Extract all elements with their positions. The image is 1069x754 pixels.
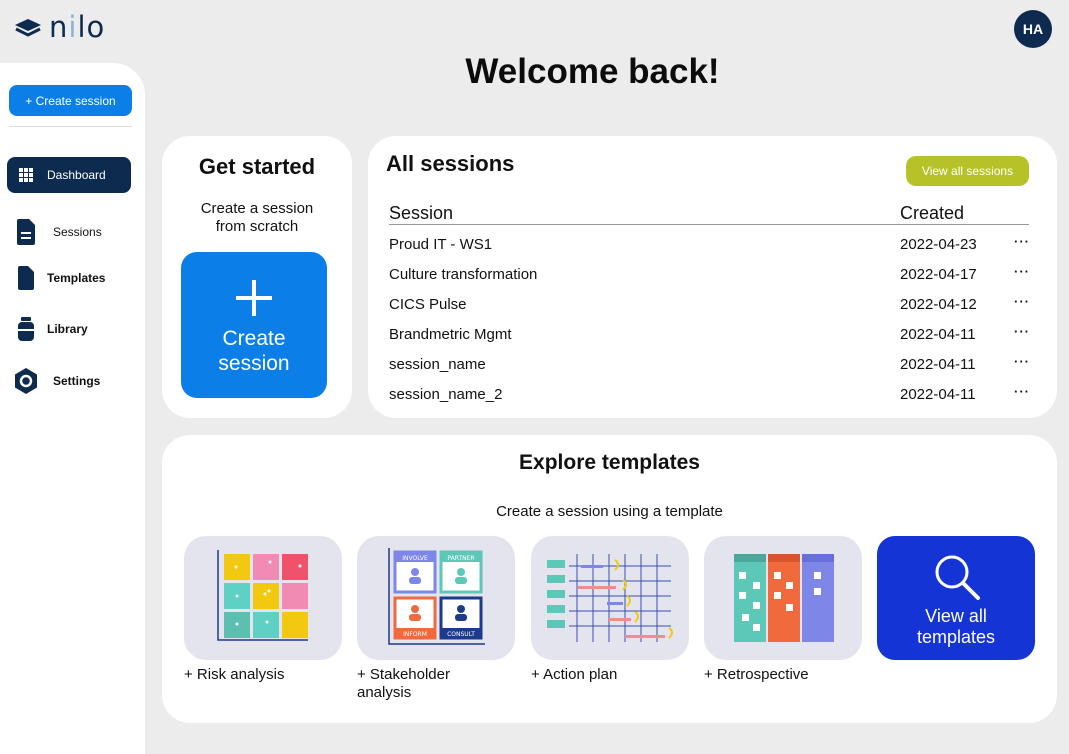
more-options-icon[interactable]: ··· bbox=[1014, 294, 1030, 309]
explore-templates-subtitle: Create a session using a template bbox=[496, 503, 723, 520]
quadrant-label-consult: CONSULT bbox=[447, 631, 475, 638]
session-name: CICS Pulse bbox=[389, 296, 467, 313]
template-label-action-plan[interactable]: + Action plan bbox=[531, 666, 701, 684]
retrospective-board-thumbnail bbox=[734, 554, 834, 642]
template-card-action-plan[interactable] bbox=[531, 536, 689, 660]
view-all-templates-label: View all templates bbox=[916, 606, 996, 647]
sidebar-item-sessions[interactable]: Sessions bbox=[7, 214, 131, 250]
file-icon bbox=[7, 265, 45, 291]
session-date: 2022-04-11 bbox=[900, 326, 976, 343]
session-date: 2022-04-11 bbox=[900, 356, 976, 373]
table-row[interactable]: Brandmetric Mgmt 2022-04-11 ··· bbox=[389, 324, 1030, 346]
template-card-retrospective[interactable] bbox=[704, 536, 862, 660]
more-options-icon[interactable]: ··· bbox=[1014, 324, 1030, 339]
create-session-tile-label: Create session bbox=[218, 327, 290, 375]
app-logo[interactable]: nilo bbox=[13, 10, 105, 44]
gantt-thumbnail bbox=[547, 554, 673, 642]
table-header-divider bbox=[389, 224, 1029, 225]
session-date: 2022-04-11 bbox=[900, 386, 976, 403]
view-all-templates-button[interactable]: View all templates bbox=[877, 536, 1035, 660]
all-sessions-card: All sessions View all sessions Session C… bbox=[368, 136, 1057, 418]
template-label-risk-analysis[interactable]: + Risk analysis bbox=[184, 666, 354, 684]
template-label-retrospective[interactable]: + Retrospective bbox=[704, 666, 874, 684]
template-label-stakeholder-analysis[interactable]: + Stakeholder analysis bbox=[357, 666, 527, 702]
sidebar-item-dashboard[interactable]: Dashboard bbox=[7, 157, 131, 193]
sidebar-item-label: Dashboard bbox=[47, 168, 106, 182]
user-avatar[interactable]: HA bbox=[1014, 10, 1052, 48]
view-all-sessions-button[interactable]: View all sessions bbox=[906, 156, 1029, 186]
sidebar: + Create session Dashboard Sessions Temp… bbox=[0, 63, 145, 754]
sidebar-item-label: Templates bbox=[47, 271, 106, 285]
page-title: Welcome back! bbox=[465, 52, 720, 91]
more-options-icon[interactable]: ··· bbox=[1014, 264, 1030, 279]
session-date: 2022-04-12 bbox=[900, 296, 977, 313]
sidebar-divider bbox=[9, 126, 132, 127]
column-header-created: Created bbox=[900, 203, 965, 223]
create-session-tile[interactable]: Create session bbox=[181, 252, 327, 398]
session-name: Proud IT - WS1 bbox=[389, 236, 493, 253]
more-options-icon[interactable]: ··· bbox=[1014, 384, 1030, 399]
table-row[interactable]: Culture transformation 2022-04-17 ··· bbox=[389, 264, 1030, 286]
search-icon bbox=[935, 555, 980, 600]
gear-icon bbox=[7, 367, 45, 395]
sidebar-item-label: Settings bbox=[53, 374, 101, 388]
session-name: session_name_2 bbox=[389, 386, 503, 403]
session-date: 2022-04-17 bbox=[900, 266, 977, 283]
document-icon bbox=[7, 218, 45, 246]
quadrant-label-partner: PARTNER bbox=[447, 555, 474, 562]
layers-icon bbox=[15, 19, 41, 37]
session-name: Culture transformation bbox=[389, 266, 538, 283]
get-started-subtitle: Create a session from scratch bbox=[200, 200, 314, 235]
grid-icon bbox=[7, 167, 45, 183]
sidebar-item-label: Sessions bbox=[53, 225, 102, 239]
risk-matrix-thumbnail bbox=[217, 550, 308, 641]
sidebar-item-label: Library bbox=[47, 322, 88, 336]
table-row[interactable]: session_name 2022-04-11 ··· bbox=[389, 354, 1030, 376]
session-name: Brandmetric Mgmt bbox=[389, 326, 512, 343]
get-started-card: Get started Create a session from scratc… bbox=[162, 136, 352, 418]
column-header-session: Session bbox=[389, 203, 454, 223]
table-row[interactable]: CICS Pulse 2022-04-12 ··· bbox=[389, 294, 1030, 316]
table-row[interactable]: Proud IT - WS1 2022-04-23 ··· bbox=[389, 234, 1030, 256]
template-card-stakeholder-analysis[interactable]: INVOLVE PARTNER INFORM CONSULT bbox=[357, 536, 515, 660]
table-row[interactable]: session_name_2 2022-04-11 ··· bbox=[389, 384, 1030, 406]
explore-templates-card: Explore templates Create a session using… bbox=[162, 435, 1057, 723]
template-card-risk-analysis[interactable] bbox=[184, 536, 342, 660]
sidebar-item-library[interactable]: Library bbox=[7, 311, 131, 347]
quadrant-label-involve: INVOLVE bbox=[402, 555, 428, 562]
create-session-button[interactable]: + Create session bbox=[9, 85, 132, 116]
logo-text: nilo bbox=[49, 10, 106, 44]
get-started-title: Get started bbox=[198, 154, 316, 179]
plus-icon bbox=[236, 280, 272, 316]
session-date: 2022-04-23 bbox=[900, 236, 977, 253]
sidebar-item-templates[interactable]: Templates bbox=[7, 260, 131, 296]
explore-templates-title: Explore templates bbox=[519, 451, 700, 474]
session-name: session_name bbox=[389, 356, 486, 373]
sidebar-item-settings[interactable]: Settings bbox=[7, 363, 131, 399]
jar-icon bbox=[7, 316, 45, 342]
quadrant-label-inform: INFORM bbox=[403, 631, 427, 638]
all-sessions-title: All sessions bbox=[386, 151, 515, 176]
more-options-icon[interactable]: ··· bbox=[1014, 354, 1030, 369]
more-options-icon[interactable]: ··· bbox=[1014, 234, 1030, 249]
stakeholder-matrix-thumbnail: INVOLVE PARTNER INFORM CONSULT bbox=[388, 548, 485, 645]
